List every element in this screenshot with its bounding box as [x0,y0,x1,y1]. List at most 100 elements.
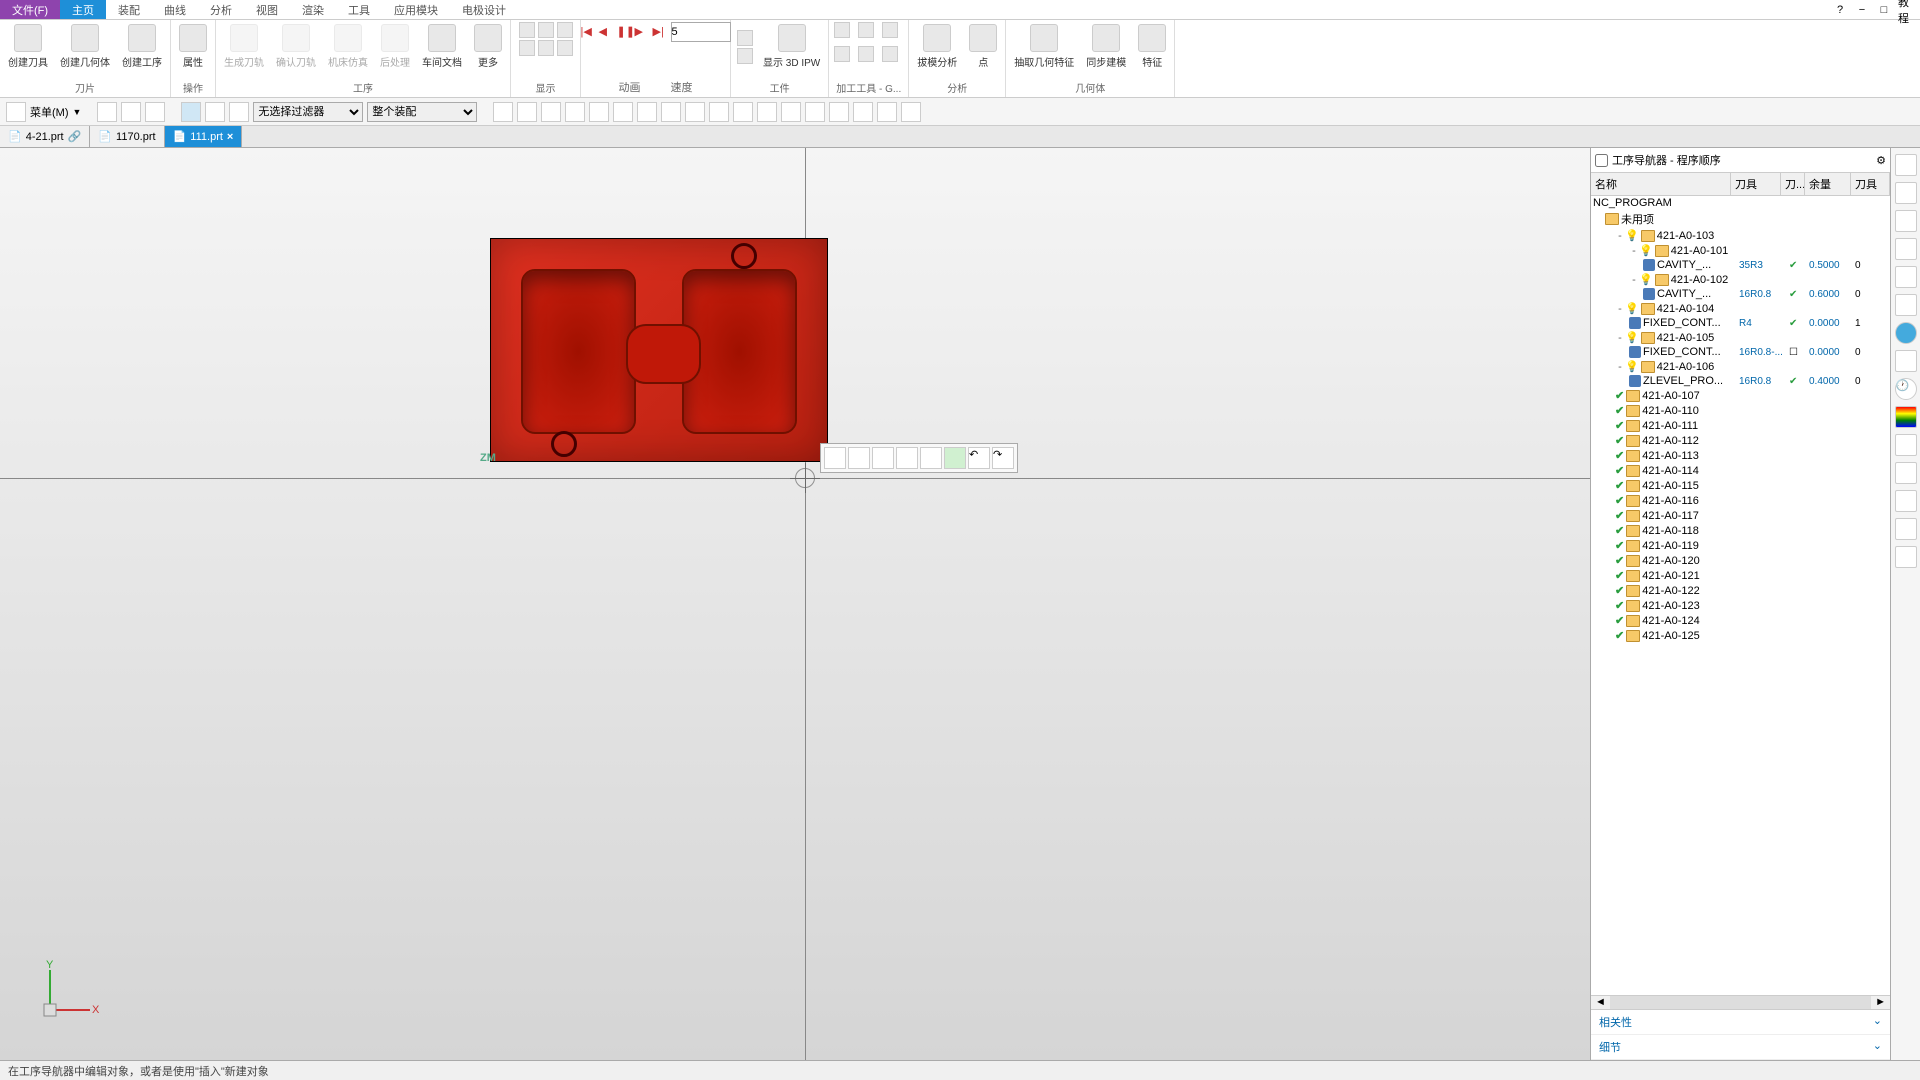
ft-undo-icon[interactable]: ↶ [968,447,990,469]
ft-btn-5[interactable] [920,447,942,469]
rt-icon-13[interactable] [1895,490,1917,512]
tree-root[interactable]: NC_PROGRAM [1591,196,1890,210]
extract-geom-button[interactable]: 抽取几何特征 [1012,22,1076,71]
gtool-icon-1[interactable] [834,22,850,38]
display-icon-3[interactable] [557,22,573,38]
csys-triad[interactable]: Y X [40,960,100,1020]
tree-row[interactable]: ✔421-A0-116 [1591,493,1890,508]
generate-path-button[interactable]: 生成刀轨 [222,22,266,71]
ipw-icon-2[interactable] [737,48,753,64]
rt-icon-6[interactable] [1895,294,1917,316]
gtool-icon-3[interactable] [882,22,898,38]
doc-tab-2[interactable]: 📄1170.prt [90,126,164,147]
step-fwd-icon[interactable]: ▶| [653,25,667,39]
tree-row[interactable]: ✔421-A0-118 [1591,523,1890,538]
tb-p[interactable] [853,102,873,122]
maximize-icon[interactable]: □ [1876,2,1892,18]
tb-a[interactable] [493,102,513,122]
tree-row[interactable]: ✔421-A0-113 [1591,448,1890,463]
help-icon[interactable]: ? [1832,2,1848,18]
model-body[interactable] [490,238,828,462]
doc-tab-3[interactable]: 📄111.prt× [165,126,243,147]
tree-row[interactable]: -💡421-A0-104 [1591,301,1890,316]
ft-btn-3[interactable] [872,447,894,469]
sel-btn-4[interactable] [181,102,201,122]
tree-row[interactable]: -💡421-A0-102 [1591,272,1890,287]
tb-j[interactable] [709,102,729,122]
assembly-select[interactable]: 整个装配 [367,102,477,122]
minimize-icon[interactable]: − [1854,2,1870,18]
menu-label[interactable]: 菜单(M) [30,104,69,120]
point-button[interactable]: 点 [967,22,999,71]
nav-scrollbar-h[interactable]: ◄► [1591,995,1890,1009]
gtool-icon-5[interactable] [858,46,874,62]
rt-icon-10[interactable] [1895,406,1917,428]
rt-icon-12[interactable] [1895,462,1917,484]
col-t2[interactable]: 刀... [1781,173,1805,195]
properties-button[interactable]: 属性 [177,22,209,71]
draft-analysis-button[interactable]: 拔模分析 [915,22,959,71]
display-icon-5[interactable] [538,40,554,56]
rt-icon-5[interactable] [1895,266,1917,288]
tb-g[interactable] [637,102,657,122]
tb-m[interactable] [781,102,801,122]
rt-clock-icon[interactable]: 🕐 [1895,378,1917,400]
tb-e[interactable] [589,102,609,122]
rt-icon-15[interactable] [1895,546,1917,568]
tree-row[interactable]: ✔421-A0-119 [1591,538,1890,553]
sel-btn-5[interactable] [205,102,225,122]
goto-start-icon[interactable]: |◀ [581,25,595,39]
tb-h[interactable] [661,102,681,122]
rt-icon-14[interactable] [1895,518,1917,540]
speed-input[interactable] [671,22,731,42]
tree-row[interactable]: CAVITY_...35R3✔0.50000 [1591,258,1890,272]
tree-row[interactable]: ✔421-A0-125 [1591,628,1890,643]
tab-curve[interactable]: 曲线 [152,0,198,19]
tab-app[interactable]: 应用模块 [382,0,450,19]
ft-redo-icon[interactable]: ↷ [992,447,1014,469]
ft-btn-6[interactable] [944,447,966,469]
simulate-button[interactable]: 机床仿真 [326,22,370,71]
tree-row[interactable]: ✔421-A0-110 [1591,403,1890,418]
sync-model-button[interactable]: 同步建模 [1084,22,1128,71]
nav-related-section[interactable]: 相关性⌄ [1591,1010,1890,1035]
expand-icon[interactable]: - [1615,361,1625,373]
expand-icon[interactable]: - [1615,230,1625,242]
gtool-icon-4[interactable] [834,46,850,62]
tree-row[interactable]: ZLEVEL_PRO...16R0.8✔0.40000 [1591,374,1890,388]
tab-home[interactable]: 主页 [60,0,106,19]
pause-icon[interactable]: ❚❚ [617,25,631,39]
create-tool-button[interactable]: 创建刀具 [6,22,50,71]
expand-icon[interactable]: - [1615,332,1625,344]
tb-l[interactable] [757,102,777,122]
tree-row[interactable]: ✔421-A0-114 [1591,463,1890,478]
tree-row[interactable]: ✔421-A0-115 [1591,478,1890,493]
tree-row[interactable]: ✔421-A0-121 [1591,568,1890,583]
nav-tree[interactable]: NC_PROGRAM 未用项 -💡421-A0-103-💡421-A0-101C… [1591,196,1890,995]
rt-icon-11[interactable] [1895,434,1917,456]
tb-q[interactable] [877,102,897,122]
tree-row[interactable]: CAVITY_...16R0.8✔0.60000 [1591,287,1890,301]
menu-button[interactable] [6,102,26,122]
nav-pin-checkbox[interactable] [1595,154,1608,167]
tree-row[interactable]: ✔421-A0-122 [1591,583,1890,598]
col-remain[interactable]: 余量 [1805,173,1851,195]
tree-row[interactable]: -💡421-A0-103 [1591,228,1890,243]
tree-row[interactable]: ✔421-A0-124 [1591,613,1890,628]
tb-o[interactable] [829,102,849,122]
close-icon[interactable]: × [227,131,233,143]
display-icon-4[interactable] [519,40,535,56]
play-icon[interactable]: ▶ [635,25,649,39]
ipw-icon-1[interactable] [737,30,753,46]
shopdoc-button[interactable]: 车间文档 [420,22,464,71]
sel-btn-3[interactable] [145,102,165,122]
tb-b[interactable] [517,102,537,122]
tree-row[interactable]: ✔421-A0-112 [1591,433,1890,448]
display-icon-1[interactable] [519,22,535,38]
col-t3[interactable]: 刀具 [1851,173,1890,195]
feature-button[interactable]: 特征 [1136,22,1168,71]
step-back-icon[interactable]: ◀ [599,25,613,39]
col-name[interactable]: 名称 [1591,173,1731,195]
tree-row[interactable]: -💡421-A0-105 [1591,330,1890,345]
tree-row[interactable]: ✔421-A0-111 [1591,418,1890,433]
